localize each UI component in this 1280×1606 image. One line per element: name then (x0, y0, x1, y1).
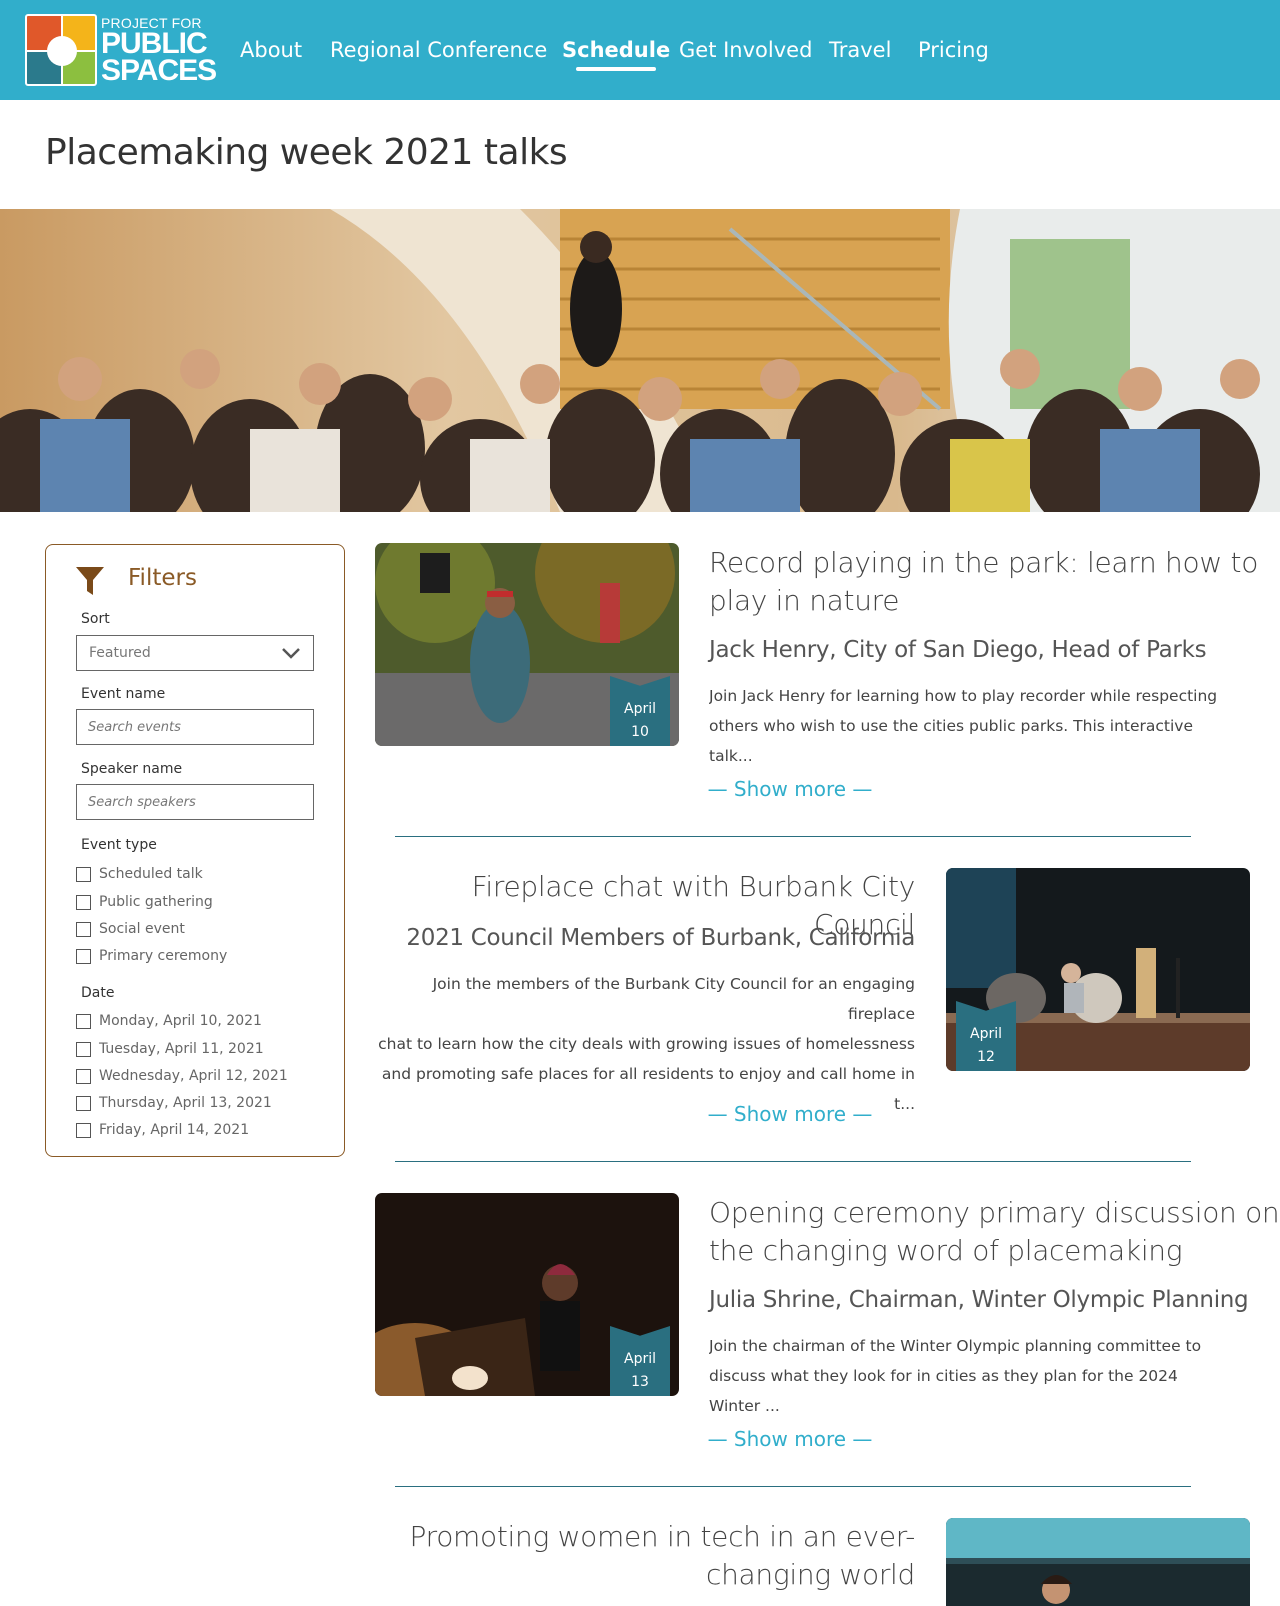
event-photo (946, 1518, 1250, 1606)
checkbox[interactable] (76, 1068, 91, 1084)
event-speaker: 2021 Council Members of Burbank, Califor… (406, 925, 915, 951)
nav-regional-conference[interactable]: Regional Conference (330, 38, 547, 62)
event-type-public-gathering[interactable]: Public gathering (76, 893, 213, 911)
date-tuesday-april-11[interactable]: Tuesday, April 11, 2021 (76, 1040, 264, 1058)
checkbox[interactable] (76, 866, 91, 882)
nav-get-involved[interactable]: Get Involved (679, 38, 812, 62)
nav-travel[interactable]: Travel (829, 38, 891, 62)
event-date-day: 13 (631, 1374, 649, 1390)
top-navigation-bar: PROJECT FOR PUBLIC SPACES About Regional… (0, 0, 1280, 100)
checkbox[interactable] (76, 1013, 91, 1029)
event-type-label: Event type (81, 837, 157, 853)
pps-logo-mark-icon (25, 14, 97, 86)
date-wednesday-april-12[interactable]: Wednesday, April 12, 2021 (76, 1067, 288, 1085)
funnel-filter-icon (76, 567, 104, 595)
divider (395, 836, 1191, 837)
event-description-line: others who wish to use the cities public… (709, 717, 1193, 765)
event-name-label: Event name (81, 686, 166, 702)
event-title-line: the changing word of placemaking (709, 1234, 1183, 1267)
event-title-line: Opening ceremony primary discussion on (709, 1196, 1280, 1229)
filters-panel: Filters Sort Featured Event name Speaker… (45, 544, 345, 1157)
speaker-name-label: Speaker name (81, 761, 183, 777)
checkbox-label: Thursday, April 13, 2021 (99, 1095, 272, 1111)
checkbox-label: Scheduled talk (99, 866, 203, 882)
event-date-month: April (624, 701, 656, 717)
checkbox[interactable] (76, 1095, 91, 1111)
event-type-social-event[interactable]: Social event (76, 920, 185, 938)
event-title-line: play in nature (709, 584, 900, 617)
checkbox[interactable] (76, 894, 91, 910)
checkbox[interactable] (76, 1041, 91, 1057)
event-date-badge: April 12 (956, 1001, 1016, 1071)
event-description-line: Join the members of the Burbank City Cou… (432, 975, 915, 1023)
chevron-down-icon (282, 648, 300, 659)
event-speaker: Julia Shrine, Chairman, Winter Olympic P… (709, 1287, 1249, 1313)
hero-crowd-photo (0, 209, 1280, 512)
event-description: Join the chairman of the Winter Olympic … (709, 1331, 1229, 1421)
checkbox-label: Tuesday, April 11, 2021 (99, 1041, 264, 1057)
event-title-line: Record playing in the park: learn how to (709, 546, 1259, 579)
date-monday-april-10[interactable]: Monday, April 10, 2021 (76, 1012, 262, 1030)
logo-public-text: PUBLIC (101, 27, 208, 60)
checkbox[interactable] (76, 948, 91, 964)
date-thursday-april-13[interactable]: Thursday, April 13, 2021 (76, 1094, 272, 1112)
checkbox-label: Monday, April 10, 2021 (99, 1013, 262, 1029)
sort-selected-value: Featured (89, 645, 151, 661)
checkbox[interactable] (76, 921, 91, 937)
event-date-month: April (970, 1026, 1002, 1042)
event-date-month: April (624, 1351, 656, 1367)
divider (395, 1161, 1191, 1162)
event-title[interactable]: Promoting women in tech in an ever- chan… (370, 1518, 916, 1594)
date-friday-april-14[interactable]: Friday, April 14, 2021 (76, 1121, 249, 1139)
checkbox-label: Social event (99, 921, 185, 937)
checkbox-label: Friday, April 14, 2021 (99, 1122, 250, 1138)
checkbox-label: Public gathering (99, 894, 213, 910)
checkbox[interactable] (76, 1122, 91, 1138)
event-title-line: changing world (706, 1558, 915, 1591)
nav-schedule-label: Schedule (562, 38, 671, 62)
event-date-badge: April 13 (610, 1326, 670, 1396)
event-description: Join Jack Henry for learning how to play… (709, 681, 1229, 771)
event-date-day: 12 (977, 1049, 995, 1065)
search-events-input[interactable] (76, 709, 314, 745)
event-description-line: Join Jack Henry for learning how to play… (709, 687, 1218, 705)
nav-pricing[interactable]: Pricing (918, 38, 989, 62)
show-more-button[interactable]: — Show more — (660, 1427, 920, 1451)
event-date-day: 10 (631, 724, 649, 740)
event-image-women-in-tech[interactable] (946, 1518, 1250, 1606)
event-speaker: Jack Henry, City of San Diego, Head of P… (709, 637, 1207, 663)
event-description-line: Join the chairman of the Winter Olympic … (709, 1337, 1202, 1355)
event-description-line: chat to learn how the city deals with gr… (378, 1035, 915, 1053)
event-title-line: Promoting women in tech in an ever- (409, 1520, 916, 1553)
nav-schedule[interactable]: Schedule (562, 38, 671, 71)
show-more-button[interactable]: — Show more — (660, 777, 920, 801)
active-nav-underline (576, 67, 657, 71)
project-for-public-spaces-logo[interactable]: PROJECT FOR PUBLIC SPACES (25, 14, 217, 88)
nav-about[interactable]: About (240, 38, 302, 62)
logo-wordmark: PROJECT FOR PUBLIC SPACES (101, 16, 217, 87)
search-speakers-input[interactable] (76, 784, 314, 820)
sort-label: Sort (81, 611, 110, 627)
divider (395, 1486, 1191, 1487)
page-title: Placemaking week 2021 talks (45, 132, 568, 173)
sort-select[interactable]: Featured (76, 635, 314, 671)
event-date-badge: April 10 (610, 676, 670, 746)
logo-spaces-text: SPACES (101, 54, 217, 87)
hero-illustration (0, 209, 1280, 512)
filters-title: Filters (128, 565, 197, 591)
checkbox-label: Wednesday, April 12, 2021 (99, 1068, 288, 1084)
event-title[interactable]: Opening ceremony primary discussion on t… (709, 1194, 1280, 1270)
event-title[interactable]: Record playing in the park: learn how to… (709, 544, 1258, 620)
show-more-button[interactable]: — Show more — (660, 1102, 920, 1126)
checkbox-label: Primary ceremony (99, 948, 228, 964)
event-type-primary-ceremony[interactable]: Primary ceremony (76, 947, 227, 965)
event-description: Join the members of the Burbank City Cou… (370, 969, 915, 1119)
event-type-scheduled-talk[interactable]: Scheduled talk (76, 865, 203, 883)
event-description-line: discuss what they look for in cities as … (709, 1367, 1178, 1415)
date-label: Date (81, 985, 115, 1001)
